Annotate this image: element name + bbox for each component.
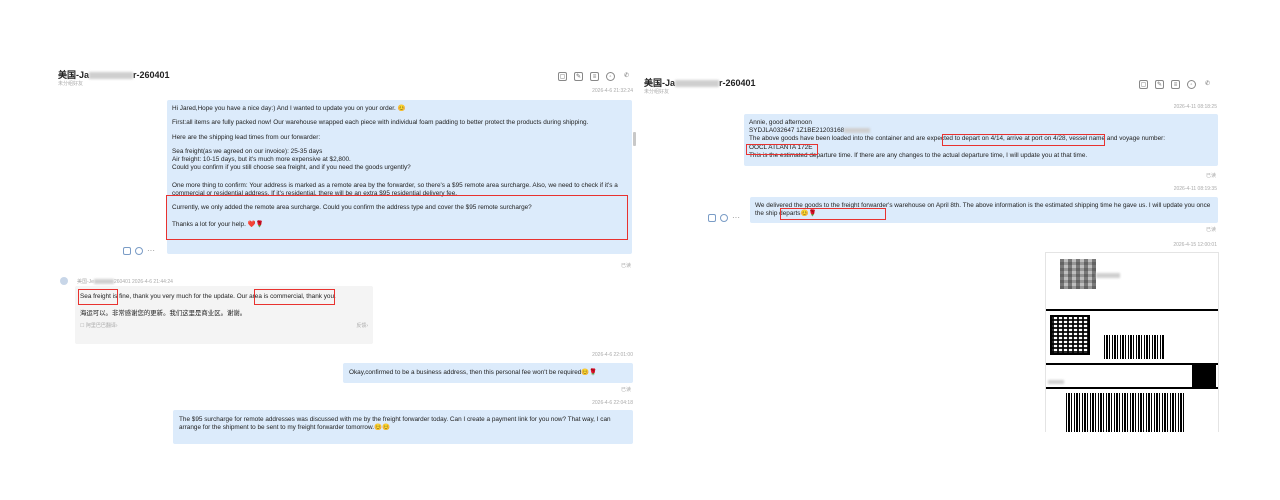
tracking-barcode (1066, 393, 1186, 432)
timestamp: 2026-4-11 08:19:35 (1173, 186, 1217, 192)
more-icon[interactable]: ··· (732, 214, 740, 222)
message-paragraph: First:all items are fully packed now! Ou… (172, 119, 589, 127)
message-paragraph: Hi Jared,Hope you have a nice day:) And … (172, 105, 406, 112)
title-suffix: r-260401 (133, 70, 170, 80)
emoji-icon: 😊😊 (374, 424, 390, 432)
avatar[interactable] (60, 277, 68, 285)
message-text: The $95 surcharge for remote addresses w… (179, 416, 611, 432)
title-suffix: r-260401 (719, 78, 756, 88)
timestamp: 2026-4-6 22:04:18 (592, 400, 633, 406)
screen-share-icon[interactable]: ▢ (558, 72, 567, 81)
timestamp: 2026-4-6 22:01:00 (592, 352, 633, 358)
translate-icon[interactable] (708, 214, 716, 222)
left-chat-panel: 美国-Ja r-260401 未分组好友 ▢ ✎ ≡ ◦ ✆ 2026-4-6 2… (55, 62, 636, 452)
maxicode-icon (1050, 315, 1090, 355)
edit-icon[interactable]: ✎ (1155, 80, 1164, 89)
read-status: 已读 (620, 387, 631, 393)
divider (1046, 387, 1218, 389)
shipping-label-image[interactable] (1045, 252, 1219, 432)
redacted-name (89, 72, 134, 80)
screen-share-icon[interactable]: ▢ (1139, 80, 1148, 89)
smile-emoji-icon: 😊 (397, 105, 406, 112)
highlight-box (746, 144, 818, 155)
redacted-text (1096, 273, 1120, 279)
redacted-name (675, 80, 720, 88)
highlight-box (942, 134, 1105, 146)
message-bubble-outgoing[interactable]: Okay,confirmed to be a business address,… (343, 363, 633, 383)
timestamp: 2026-4-15 12:00:01 (1173, 242, 1217, 248)
pixelated-address (1060, 259, 1096, 289)
translate-icon[interactable] (123, 247, 131, 255)
message-line: This is the estimated departure time. If… (749, 151, 1088, 159)
sender-meta: 美国-Je 260401 2026-4-6 21:44:24 (77, 279, 173, 285)
title-prefix: 美国-Ja (644, 78, 676, 88)
tracking-number (1048, 379, 1064, 384)
feedback-link[interactable]: 反馈› (356, 322, 368, 330)
message-paragraph: Sea freight(as we agreed on our invoice)… (172, 147, 411, 172)
highlight-box (78, 289, 118, 305)
read-status: 已读 (1205, 173, 1216, 179)
phone-icon[interactable]: ✆ (622, 72, 631, 81)
divider (1046, 309, 1218, 311)
postal-barcode (1104, 335, 1164, 359)
translation-text: 海运可以。非常感谢您的更新。我们这里是商业区。谢谢。 (80, 310, 247, 318)
address-line (1096, 273, 1120, 279)
contact-group: 未分组好友 (58, 81, 84, 87)
title-prefix: 美国-Ja (58, 70, 90, 80)
redacted-text (1048, 379, 1064, 384)
reply-icon[interactable] (135, 247, 143, 255)
message-paragraph: Here are the shipping lead times from ou… (172, 133, 321, 141)
highlight-box (780, 208, 886, 220)
message-text: Okay,confirmed to be a business address,… (349, 369, 582, 376)
translate-note[interactable]: ☐ 阿里巴巴翻译› (80, 322, 118, 330)
message-line: Annie, good afternoon (749, 119, 812, 126)
chat-toolbar: ▢ ✎ ≡ ◦ ✆ (558, 72, 631, 81)
redacted-name (93, 279, 114, 285)
message-actions: ··· (123, 247, 155, 255)
highlight-box (166, 195, 628, 240)
scrollbar[interactable] (633, 132, 636, 146)
emoji-icon: 😊🌹 (581, 369, 598, 376)
chat-toolbar: ▢ ✎ ≡ ◦ ✆ (1139, 80, 1212, 89)
message-bubble-outgoing[interactable]: The $95 surcharge for remote addresses w… (173, 410, 633, 444)
phone-icon[interactable]: ✆ (1203, 80, 1212, 89)
message-actions: ··· (708, 214, 740, 222)
read-status: 已读 (1205, 227, 1216, 233)
timestamp: 2026-4-6 21:32:24 (592, 88, 633, 94)
edit-icon[interactable]: ✎ (574, 72, 583, 81)
timestamp: 2026-4-11 08:18:25 (1173, 104, 1217, 110)
read-status: 已读 (620, 263, 631, 269)
highlight-box (254, 289, 335, 305)
right-chat-panel: 美国-Ja r-260401 未分组好友 ▢ ✎ ≡ ◦ ✆ 2026-4-11 … (640, 72, 1220, 432)
contact-group: 未分组好友 (644, 89, 670, 95)
user-icon[interactable]: ◦ (1187, 80, 1196, 89)
reply-icon[interactable] (720, 214, 728, 222)
list-icon[interactable]: ≡ (1171, 80, 1180, 89)
user-icon[interactable]: ◦ (606, 72, 615, 81)
list-icon[interactable]: ≡ (590, 72, 599, 81)
service-block (1192, 365, 1216, 387)
more-icon[interactable]: ··· (147, 247, 155, 255)
redacted-number (844, 128, 871, 134)
